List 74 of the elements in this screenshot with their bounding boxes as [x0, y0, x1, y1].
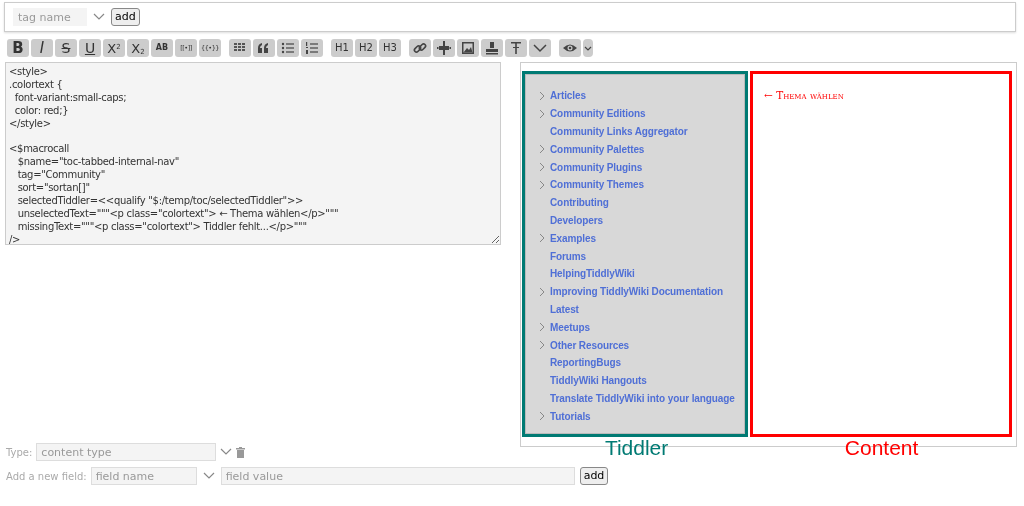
annotation-label: Content — [844, 436, 919, 459]
toolbar-button[interactable]: AB — [151, 39, 173, 57]
picture-icon — [460, 40, 476, 56]
field-name-field[interactable]: field name — [90, 467, 197, 485]
chevron-right-icon — [537, 144, 547, 155]
toc-link[interactable]: Community Themes — [550, 177, 644, 193]
toolbar-button[interactable]: B — [7, 39, 29, 57]
add-button[interactable]: add — [579, 467, 609, 485]
numbered-list-icon — [304, 40, 320, 56]
toolbar-button[interactable]: I — [31, 39, 53, 57]
toolbar-button[interactable]: S — [55, 39, 77, 57]
field-value-field[interactable]: field value — [220, 467, 575, 485]
annotation-label: Tiddler — [604, 436, 669, 459]
toc-link[interactable]: Meetups — [550, 319, 590, 335]
toolbar-button[interactable]: H1 — [331, 39, 353, 57]
chevron-right-icon — [537, 162, 547, 173]
chevron-right-icon — [537, 322, 547, 333]
toolbar-button[interactable] — [277, 39, 299, 57]
toc-link[interactable]: HelpingTiddlyWiki — [550, 266, 635, 282]
toolbar-button[interactable]: X$^{2}$ — [103, 39, 125, 57]
toolbar-button[interactable]: H2 — [355, 39, 377, 57]
toolbar-button[interactable] — [301, 39, 323, 57]
toc-link[interactable]: Improving TiddlyWiki Documentation — [550, 284, 723, 300]
toolbar-button[interactable]: U — [79, 39, 101, 57]
toolbar-button[interactable] — [457, 39, 479, 57]
code-editor[interactable]: <style> .colortext { font-variant:small-caps; color: red;} </style> <$macrocall $name="toc-tabbed-internal-nav" tag="Community" sort="sortan[]" selectedTiddler=<<qualify "$:/temp/toc/selectedTiddler">> unselectedText="""<p class="colortext"> ← Thema wählen</p>""" missingText="""<p class="colortext"> Tiddler fehlt...</p>""" /> — [5, 62, 501, 245]
toolbar-button[interactable] — [433, 39, 455, 57]
add-button[interactable]: add — [111, 8, 140, 26]
toc-link[interactable]: Other Resources — [550, 337, 630, 353]
toolbar-button[interactable] — [409, 39, 431, 57]
chevron-right-icon — [537, 233, 547, 244]
chevron-right-icon — [537, 90, 547, 101]
toc-link[interactable]: Community Editions — [550, 106, 646, 122]
chevron-right-icon — [537, 108, 547, 119]
dropdown-icon — [202, 472, 215, 480]
toolbar-button[interactable] — [529, 39, 551, 57]
toolbar-button[interactable]: H3 — [379, 39, 401, 57]
type-label: Type: — [6, 445, 33, 460]
chevron-right-icon — [537, 411, 547, 422]
content-type-field[interactable]: content type — [36, 443, 217, 461]
tag-name-field[interactable]: tag name — [13, 8, 87, 26]
toolbar-button[interactable] — [583, 39, 593, 57]
trash-icon — [236, 446, 246, 458]
link-icon — [412, 40, 428, 56]
toc-link[interactable]: Community Palettes — [550, 141, 645, 157]
content-text: ← Thema wählen — [764, 89, 844, 101]
dropdown-icon — [93, 13, 105, 21]
chevron-right-icon — [537, 179, 547, 190]
toc-link[interactable]: Community Plugins — [550, 159, 643, 175]
bullet-list-icon — [280, 40, 296, 56]
toc-link[interactable]: Contributing — [550, 195, 609, 211]
dropdown-icon — [220, 448, 233, 456]
text-size-icon — [508, 40, 524, 56]
toc-link[interactable]: TiddlyWiki Hangouts — [550, 373, 647, 389]
toolbar-button[interactable]: X$_{2}$ — [127, 39, 149, 57]
chevron-right-icon — [537, 340, 547, 351]
chevron-right-icon — [537, 286, 547, 297]
toc-link[interactable]: Examples — [550, 230, 596, 246]
transclude-icon — [436, 40, 452, 56]
toc-link[interactable]: ReportingBugs — [550, 355, 621, 371]
toc-link[interactable]: Articles — [550, 88, 586, 104]
toc-link[interactable]: Latest — [550, 301, 579, 317]
toc-link[interactable]: Translate TiddlyWiki into your language — [550, 390, 735, 406]
toolbar-button[interactable] — [253, 39, 275, 57]
toolbar-button[interactable] — [559, 39, 581, 57]
toc-link[interactable]: Community Links Aggregator — [550, 124, 688, 139]
toolbar-button[interactable] — [481, 39, 503, 57]
toolbar-button[interactable] — [505, 39, 527, 57]
toc-link[interactable]: Developers — [550, 212, 603, 228]
toolbar-button[interactable] — [229, 39, 251, 57]
field-label: Add a new field: — [6, 469, 87, 484]
stamp-icon — [484, 40, 500, 56]
toc-link[interactable]: Forums — [550, 248, 587, 264]
toc-link[interactable]: Tutorials — [550, 408, 591, 424]
